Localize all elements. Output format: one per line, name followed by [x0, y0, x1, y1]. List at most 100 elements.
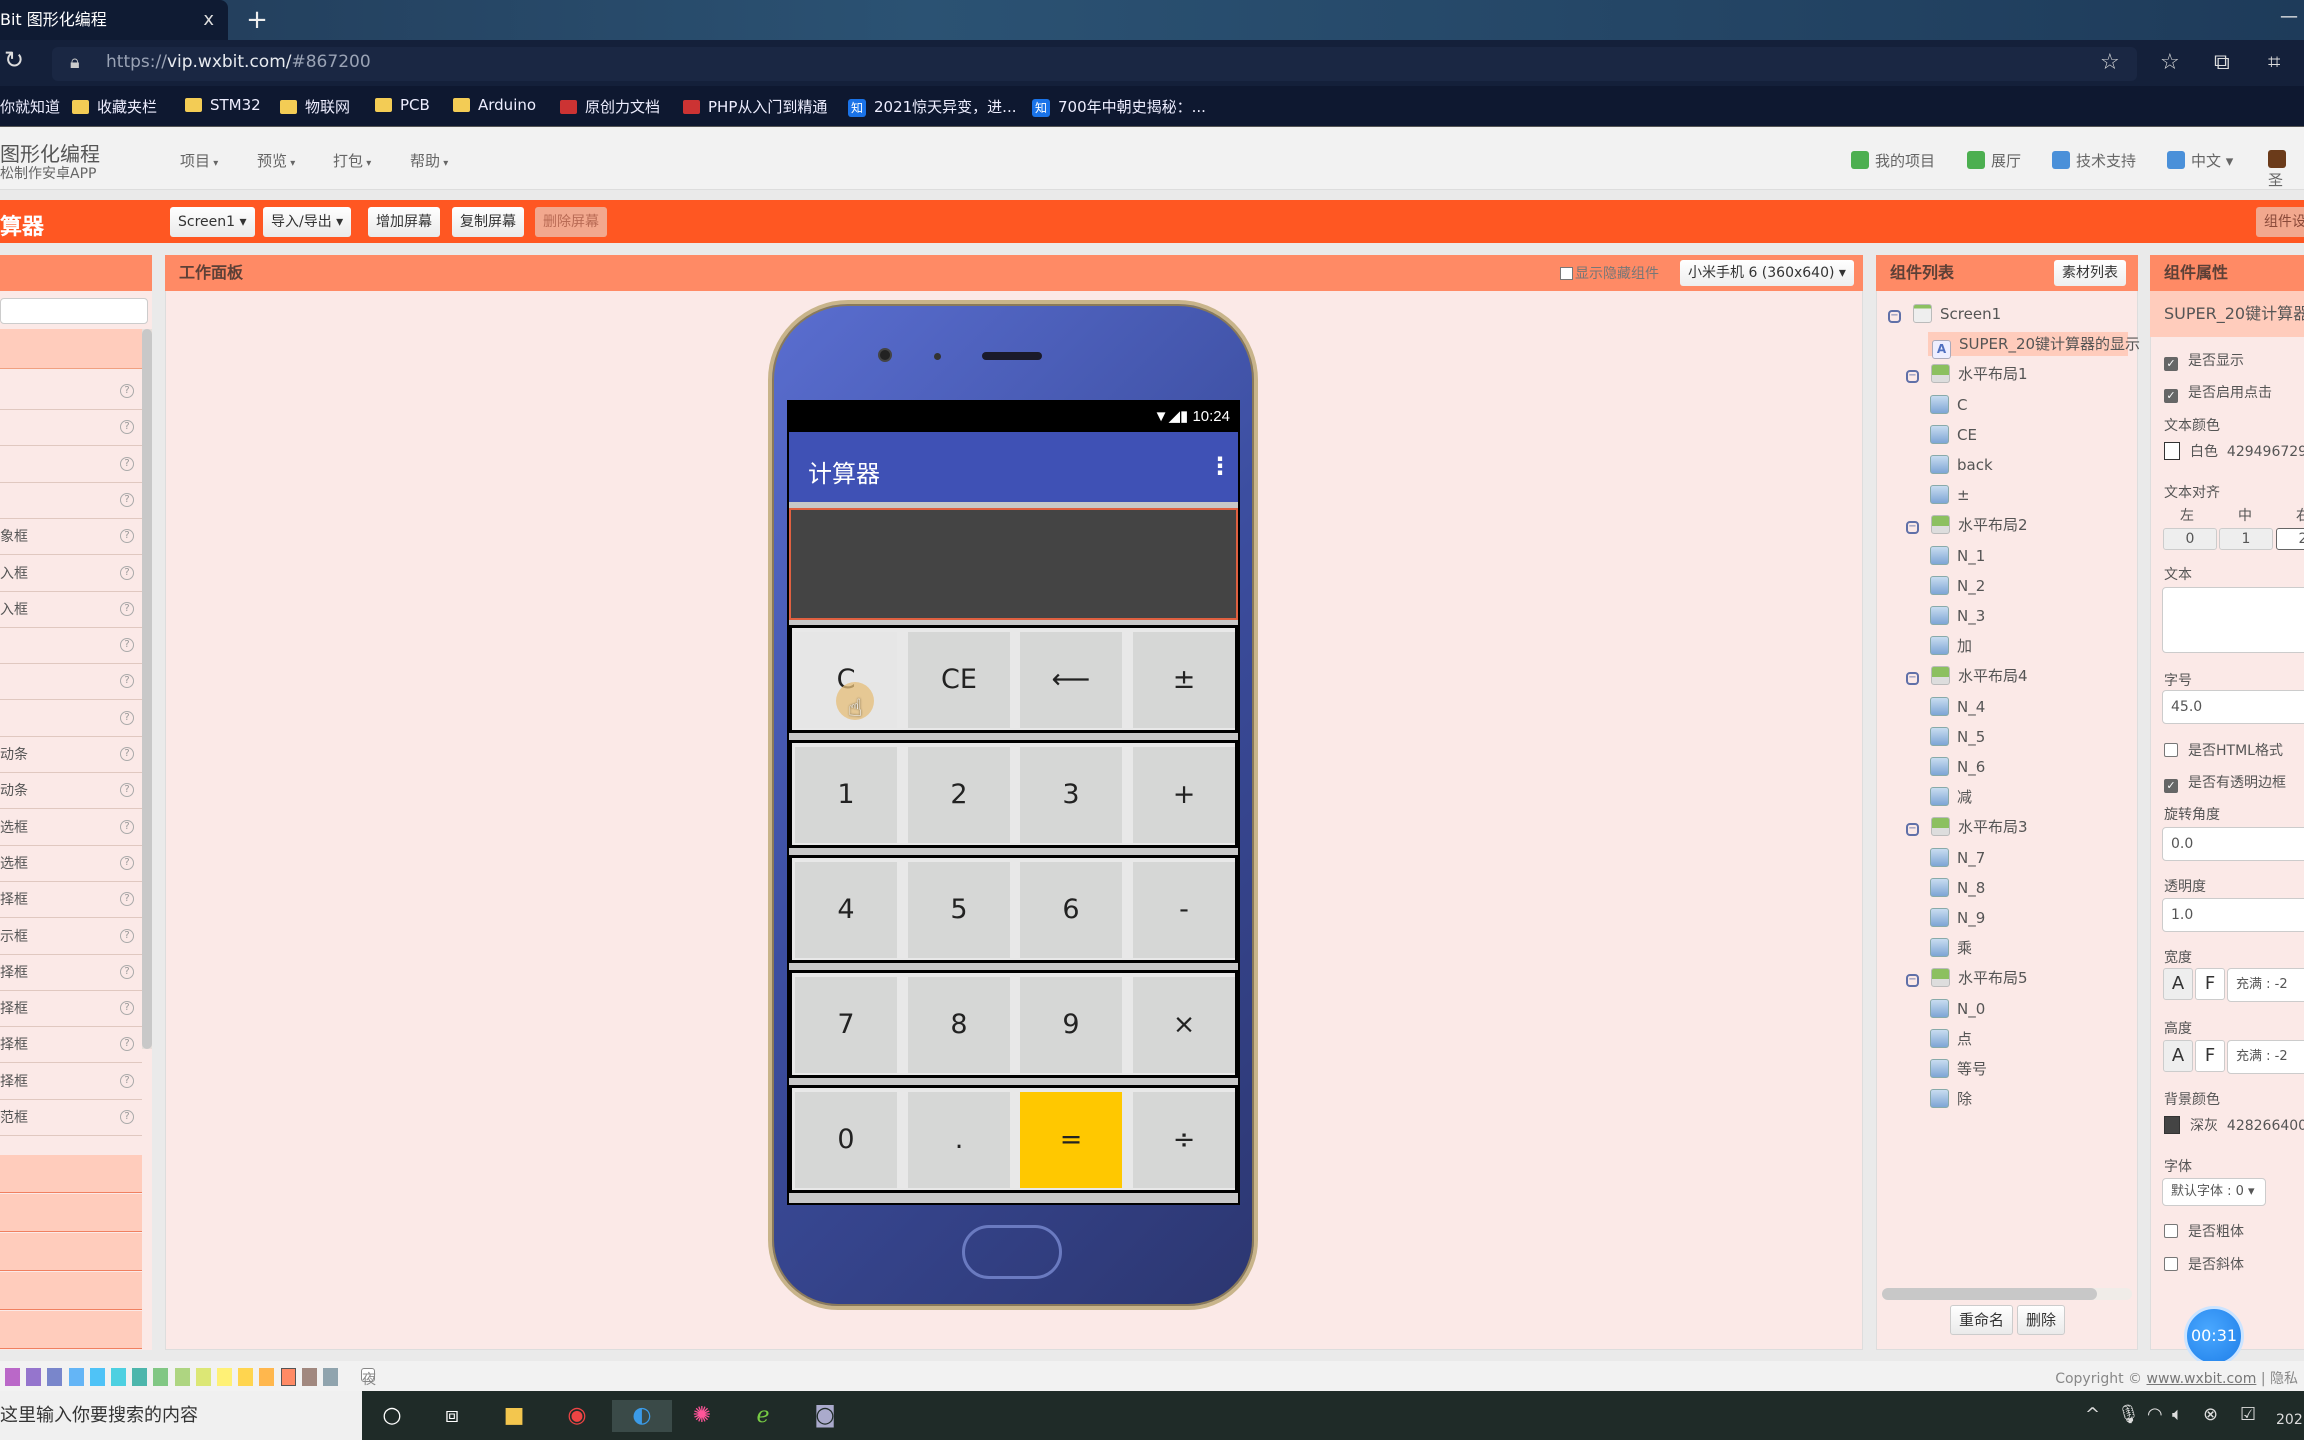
bookmark-item[interactable]: 物联网	[280, 96, 350, 117]
tree-node[interactable]: C	[1930, 393, 1967, 417]
edge-icon[interactable]: ◐	[612, 1400, 672, 1432]
theme-color-swatch[interactable]	[238, 1368, 254, 1386]
palette-category[interactable]	[0, 1233, 142, 1271]
wifi-icon[interactable]: ◠	[2147, 1404, 2163, 1425]
nav-gallery[interactable]: 展厅	[1967, 150, 2021, 171]
palette-item[interactable]: 择框?	[0, 991, 142, 1028]
menu-help[interactable]: 帮助	[410, 150, 448, 171]
tray-expand-icon[interactable]: ^	[2085, 1404, 2100, 1425]
palette-category[interactable]	[0, 1272, 142, 1310]
collapse-icon[interactable]: −	[1906, 823, 1919, 837]
transparent-border-checkbox[interactable]: ✓	[2164, 779, 2178, 793]
calculator-display[interactable]	[789, 508, 1238, 620]
text-color-picker[interactable]: 白色 4294967295	[2164, 441, 2304, 461]
width-value-input[interactable]: 充满 : -2	[2227, 968, 2304, 1002]
prop-html[interactable]: 是否HTML格式	[2164, 740, 2283, 760]
key-equals[interactable]: =	[1020, 1092, 1122, 1188]
ie-icon[interactable]: ℯ	[747, 1400, 779, 1432]
palette-item[interactable]: 象框?	[0, 519, 142, 556]
tree-node[interactable]: 乘	[1930, 936, 1972, 960]
help-icon[interactable]: ?	[120, 892, 134, 907]
tree-node[interactable]: N_2	[1930, 574, 1985, 598]
key-multiply[interactable]: ×	[1133, 977, 1235, 1073]
tree-node[interactable]: N_1	[1930, 544, 1985, 568]
collections-icon[interactable]: ⧉	[2214, 50, 2230, 75]
new-tab-button[interactable]: +	[242, 4, 272, 36]
help-icon[interactable]: ?	[120, 674, 134, 689]
file-explorer-icon[interactable]: ■	[498, 1400, 530, 1432]
bg-color-picker[interactable]: 深灰 4282664004	[2164, 1115, 2304, 1135]
close-tab-icon[interactable]: x	[203, 0, 214, 40]
palette-category[interactable]	[0, 329, 142, 369]
palette-scrollbar[interactable]	[142, 329, 152, 1049]
key-one[interactable]: 1	[795, 747, 897, 843]
theme-color-swatch[interactable]	[301, 1368, 317, 1386]
theme-color-swatch[interactable]	[5, 1368, 20, 1386]
enabled-checkbox[interactable]: ✓	[2164, 389, 2178, 403]
html-checkbox[interactable]	[2164, 743, 2178, 757]
tree-node[interactable]: 点	[1930, 1027, 1972, 1051]
menu-project[interactable]: 项目	[180, 150, 218, 171]
palette-item[interactable]: 选框?	[0, 810, 142, 846]
device-select[interactable]: 小米手机 6 (360x640) ▾	[1680, 260, 1854, 286]
help-icon[interactable]: ?	[120, 456, 134, 471]
width-auto-button[interactable]: A	[2163, 968, 2193, 1000]
tree-node[interactable]: N_3	[1930, 604, 1985, 628]
key-eight[interactable]: 8	[908, 977, 1010, 1073]
key-seven[interactable]: 7	[795, 977, 897, 1073]
palette-item[interactable]: 择框?	[0, 882, 142, 919]
help-icon[interactable]: ?	[120, 747, 134, 761]
key-four[interactable]: 4	[795, 862, 897, 958]
camera-icon[interactable]: ◙	[809, 1400, 841, 1432]
bold-checkbox[interactable]	[2164, 1224, 2178, 1238]
nav-support[interactable]: 技术支持	[2052, 150, 2136, 171]
task-view-icon[interactable]: ⧈	[436, 1400, 468, 1432]
collapse-icon[interactable]: −	[1906, 672, 1919, 686]
palette-item[interactable]: 择框?	[0, 955, 142, 991]
bookmark-item[interactable]: 你就知道	[0, 96, 60, 117]
favorites-icon[interactable]: ☆	[2160, 50, 2180, 75]
photos-icon[interactable]: ✺	[686, 1400, 718, 1432]
component-settings-button[interactable]: 组件设	[2256, 207, 2304, 237]
help-icon[interactable]: ?	[120, 928, 134, 943]
theme-color-swatch[interactable]	[89, 1368, 105, 1386]
collapse-icon[interactable]: −	[1906, 370, 1919, 384]
delete-screen-button[interactable]: 删除屏幕	[535, 207, 607, 237]
help-icon[interactable]: ?	[120, 819, 134, 834]
key-two[interactable]: 2	[908, 747, 1010, 843]
theme-color-swatch[interactable]	[26, 1368, 42, 1386]
help-icon[interactable]: ?	[120, 710, 134, 725]
theme-color-swatch[interactable]	[153, 1368, 169, 1386]
key-backspace[interactable]: ⟵	[1020, 632, 1122, 728]
add-screen-button[interactable]: 增加屏幕	[368, 207, 440, 237]
tree-node[interactable]: N_4	[1930, 695, 1985, 719]
checkbox[interactable]	[1560, 267, 1573, 280]
key-six[interactable]: 6	[1020, 862, 1122, 958]
key-subtract[interactable]: -	[1133, 862, 1235, 958]
taskbar-search-input[interactable]: 这里输入你要搜索的内容	[0, 1391, 362, 1440]
color-swatch[interactable]	[2164, 1116, 2180, 1134]
palette-item[interactable]: 择框?	[0, 1027, 142, 1064]
palette-item[interactable]: ?	[0, 664, 142, 701]
height-auto-button[interactable]: A	[2163, 1040, 2193, 1072]
nav-my-projects[interactable]: 我的项目	[1851, 150, 1935, 171]
height-value-input[interactable]: 充满 : -2	[2227, 1040, 2304, 1074]
help-icon[interactable]: ?	[120, 420, 134, 435]
screen-select[interactable]: Screen1 ▾	[170, 207, 255, 237]
prop-italic[interactable]: 是否斜体	[2164, 1254, 2244, 1274]
theme-color-swatch[interactable]	[111, 1368, 126, 1386]
help-icon[interactable]: ?	[120, 492, 134, 507]
width-fill-button[interactable]: F	[2195, 968, 2225, 1000]
theme-color-swatch[interactable]	[323, 1368, 338, 1386]
tree-node[interactable]: − 水平布局1	[1906, 362, 2028, 386]
key-three[interactable]: 3	[1020, 747, 1122, 843]
screenshot-icon[interactable]: ⌗	[2268, 50, 2280, 75]
opacity-input[interactable]: 1.0	[2162, 898, 2304, 932]
theme-color-swatch[interactable]	[47, 1368, 63, 1386]
prop-visible[interactable]: ✓ 是否显示	[2164, 350, 2244, 371]
palette-item[interactable]: ?	[0, 701, 142, 737]
help-icon[interactable]: ?	[120, 1001, 134, 1016]
help-icon[interactable]: ?	[120, 855, 134, 870]
help-icon[interactable]: ?	[120, 565, 134, 580]
palette-item[interactable]: 动条?	[0, 773, 142, 810]
